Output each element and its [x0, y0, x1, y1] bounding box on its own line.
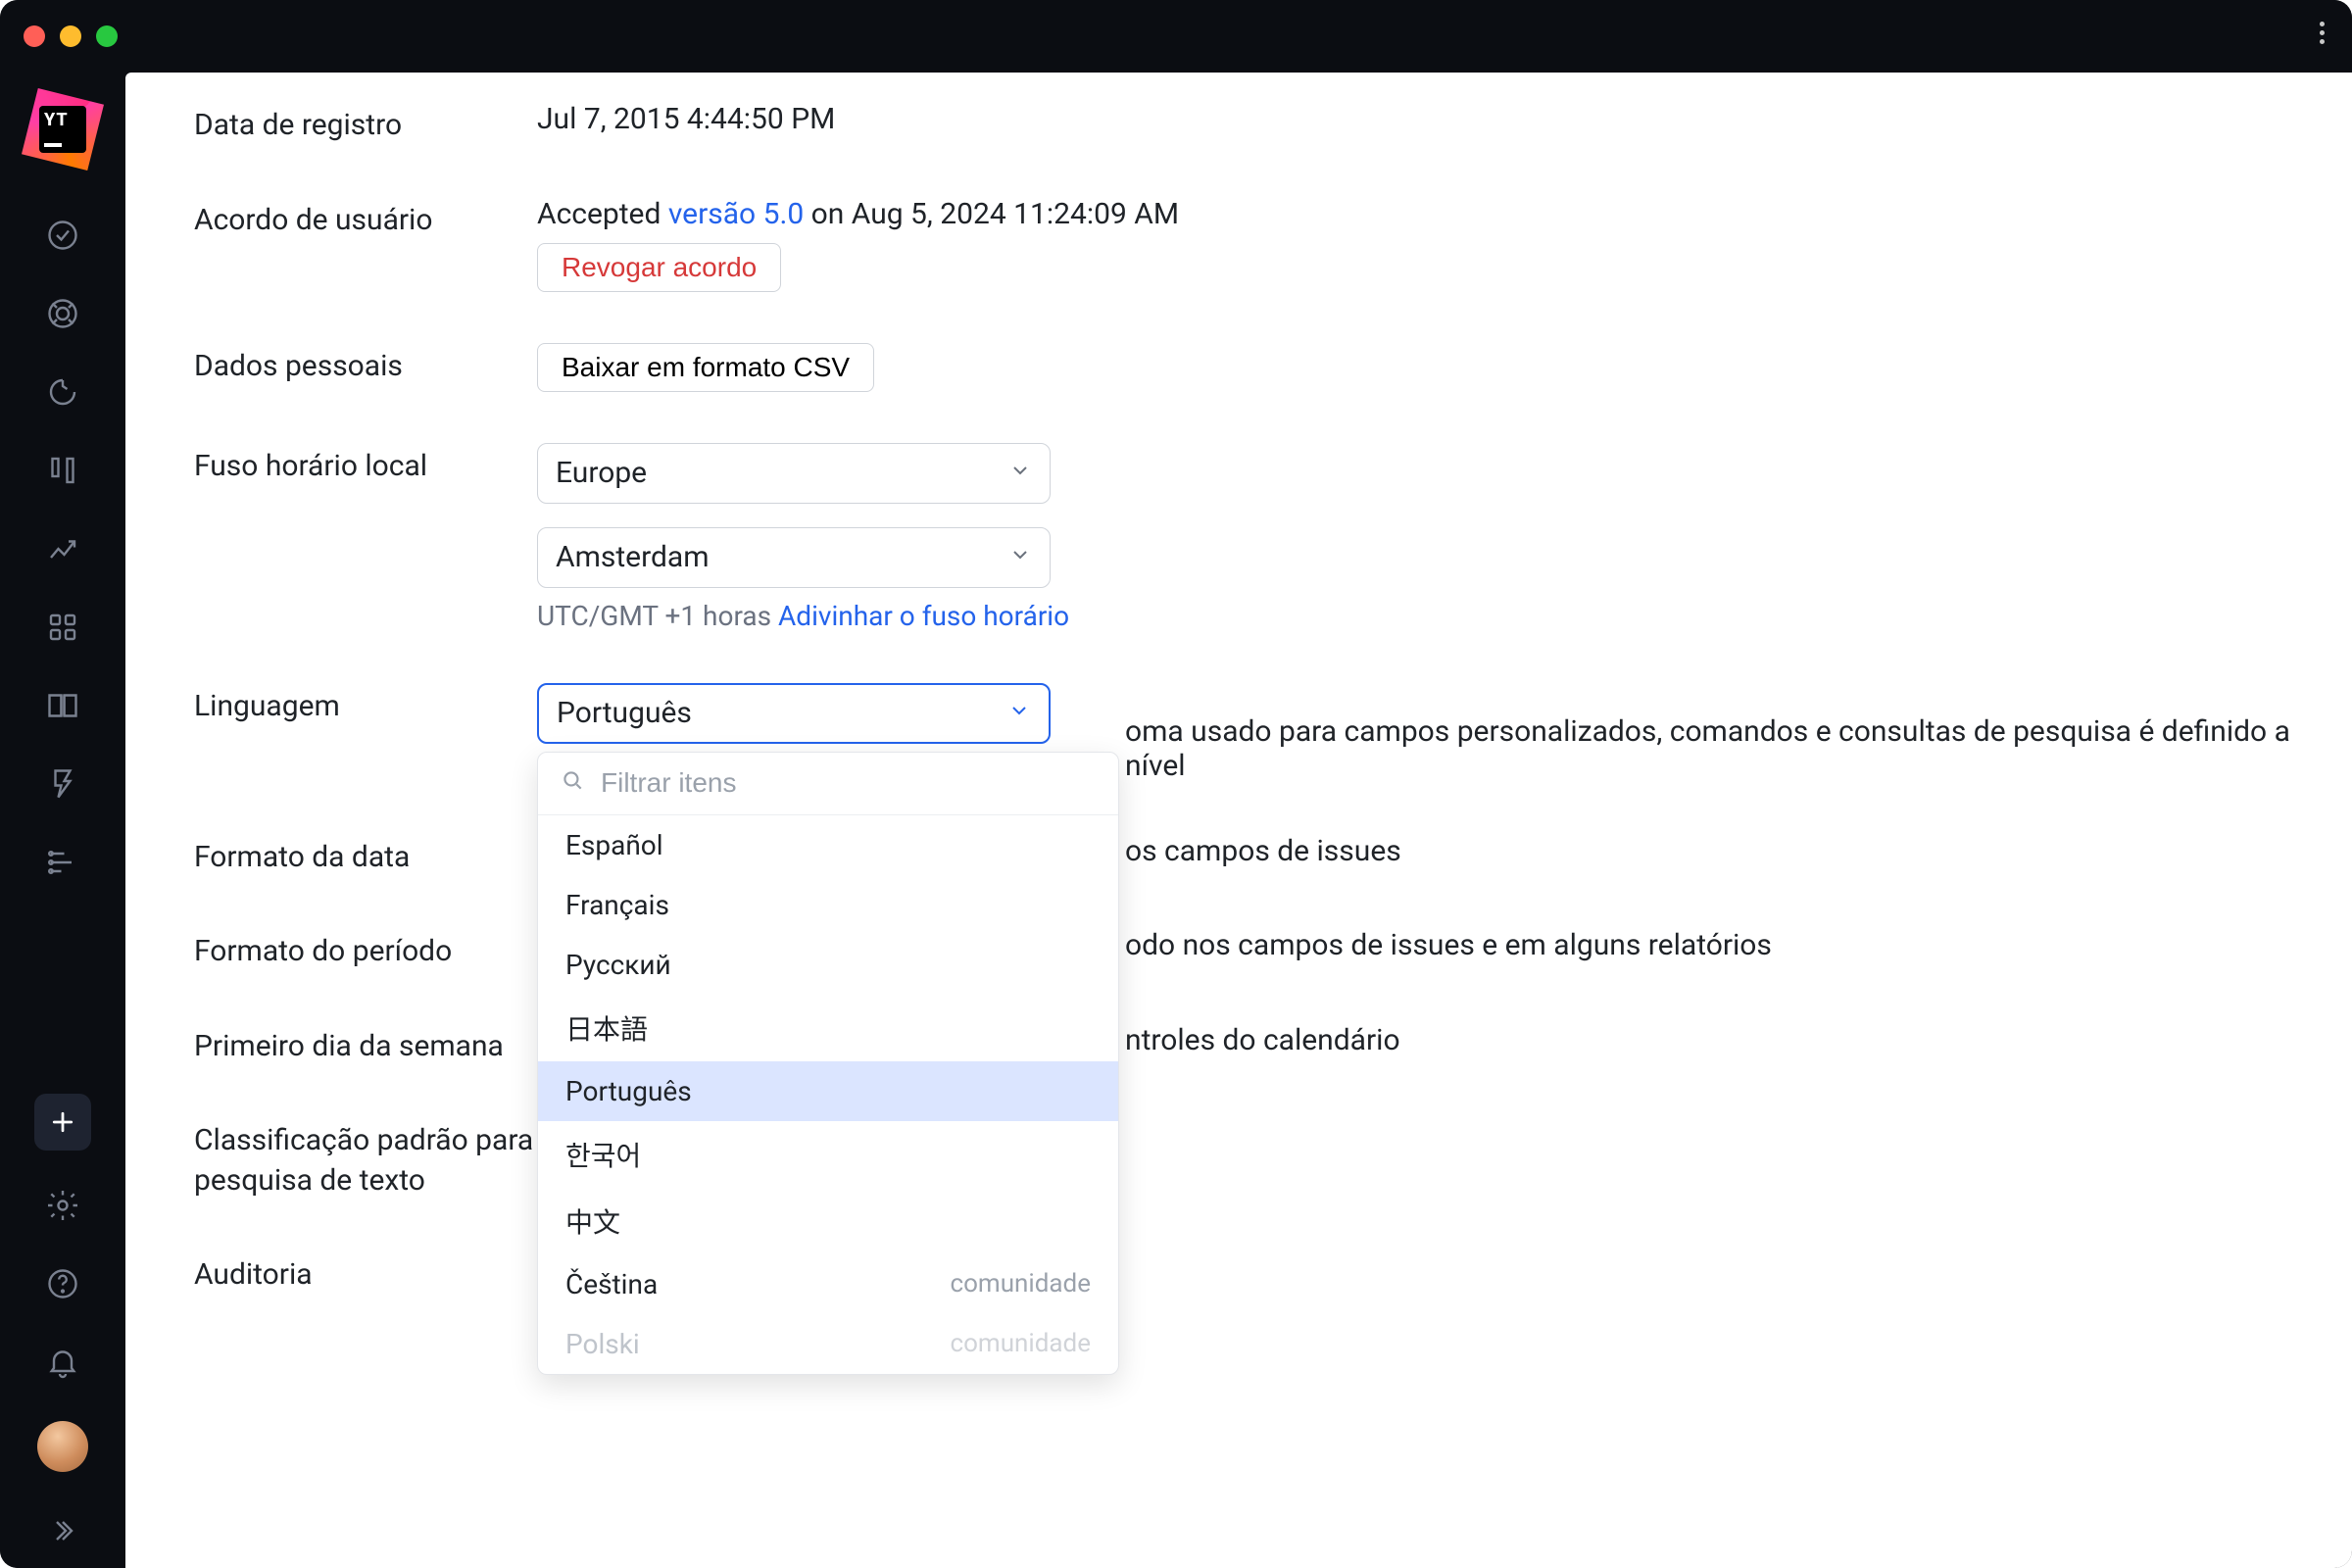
timezone-hint: UTC/GMT +1 horas Adivinhar o fuso horári…	[537, 600, 2352, 632]
first-day-description-tail: ntroles do calendário	[1125, 1023, 2352, 1057]
chevron-down-icon	[1007, 696, 1031, 730]
minimize-window-button[interactable]	[60, 25, 81, 47]
default-sort-label: Classificação padrão para pesquisa de te…	[194, 1117, 537, 1200]
period-format-description-tail: odo nos campos de issues e em alguns rel…	[1125, 928, 2352, 962]
registration-date-value: Jul 7, 2015 4:44:50 PM	[537, 102, 2352, 136]
user-agreement-label: Acordo de usuário	[194, 197, 537, 241]
language-option[interactable]: Português	[538, 1061, 1118, 1121]
titlebar	[0, 0, 2352, 73]
language-option[interactable]: 日本語	[538, 995, 1118, 1061]
sidebar-help-icon[interactable]	[27, 1249, 98, 1319]
sidebar-notifications-icon[interactable]	[27, 1327, 98, 1397]
language-option[interactable]: 中文	[538, 1188, 1118, 1254]
sidebar-reports-icon[interactable]	[27, 514, 98, 584]
language-option[interactable]: Русский	[538, 935, 1118, 995]
timezone-label: Fuso horário local	[194, 443, 537, 487]
chevron-down-icon	[1008, 456, 1032, 490]
date-format-description-tail: os campos de issues	[1125, 834, 2352, 868]
language-option[interactable]: Français	[538, 875, 1118, 935]
sidebar-tasks-icon[interactable]	[27, 200, 98, 270]
agreement-version-link[interactable]: versão 5.0	[668, 197, 804, 231]
maximize-window-button[interactable]	[96, 25, 118, 47]
close-window-button[interactable]	[24, 25, 45, 47]
sidebar-collapse-icon[interactable]	[27, 1495, 98, 1566]
sidebar-knowledge-icon[interactable]	[27, 670, 98, 741]
language-option[interactable]: Español	[538, 815, 1118, 875]
chevron-down-icon	[1008, 540, 1032, 574]
language-dropdown: EspañolFrançaisРусский日本語Português한국어中文Č…	[537, 752, 1119, 1375]
sidebar-apps-icon[interactable]	[27, 592, 98, 662]
language-label: Linguagem	[194, 683, 537, 727]
audit-label: Auditoria	[194, 1251, 537, 1296]
language-option[interactable]: Češtinacomunidade	[538, 1254, 1118, 1314]
dropdown-filter-input[interactable]	[601, 767, 1097, 799]
sidebar-sprints-icon[interactable]	[27, 357, 98, 427]
main-content: Data de registro Jul 7, 2015 4:44:50 PM …	[125, 73, 2352, 1568]
sidebar-gantt-icon[interactable]	[27, 827, 98, 898]
timezone-region-select[interactable]: Europe	[537, 443, 1051, 504]
logo-text: YT	[44, 110, 81, 130]
dropdown-filter	[538, 753, 1118, 815]
sidebar-settings-icon[interactable]	[27, 1170, 98, 1241]
language-description-tail: oma usado para campos personalizados, co…	[1125, 714, 2352, 783]
app-window: YT Data de registro Jul 7,	[0, 0, 2352, 1568]
language-select[interactable]: Português	[537, 683, 1051, 744]
registration-date-label: Data de registro	[194, 102, 537, 146]
date-format-label: Formato da data	[194, 834, 537, 878]
timezone-city-select[interactable]: Amsterdam	[537, 527, 1051, 588]
more-menu-button[interactable]	[2320, 22, 2325, 44]
download-csv-button[interactable]: Baixar em formato CSV	[537, 343, 874, 392]
search-icon	[560, 766, 585, 801]
language-option[interactable]: Polskicomunidade	[538, 1314, 1118, 1374]
app-logo[interactable]: YT	[22, 88, 104, 171]
user-avatar[interactable]	[37, 1421, 88, 1472]
personal-data-label: Dados pessoais	[194, 343, 537, 387]
sidebar-lifebuoy-icon[interactable]	[27, 278, 98, 349]
create-button[interactable]	[34, 1094, 91, 1151]
language-option[interactable]: 한국어	[538, 1121, 1118, 1188]
sidebar-board-icon[interactable]	[27, 435, 98, 506]
first-day-label: Primeiro dia da semana	[194, 1023, 537, 1067]
window-controls	[24, 25, 118, 47]
guess-timezone-link[interactable]: Adivinhar o fuso horário	[778, 600, 1069, 632]
sidebar: YT	[0, 73, 125, 1568]
sidebar-timesheets-icon[interactable]	[27, 749, 98, 819]
revoke-agreement-button[interactable]: Revogar acordo	[537, 243, 781, 292]
period-format-label: Formato do período	[194, 928, 537, 972]
user-agreement-value: Accepted versão 5.0 on Aug 5, 2024 11:24…	[537, 197, 2352, 231]
